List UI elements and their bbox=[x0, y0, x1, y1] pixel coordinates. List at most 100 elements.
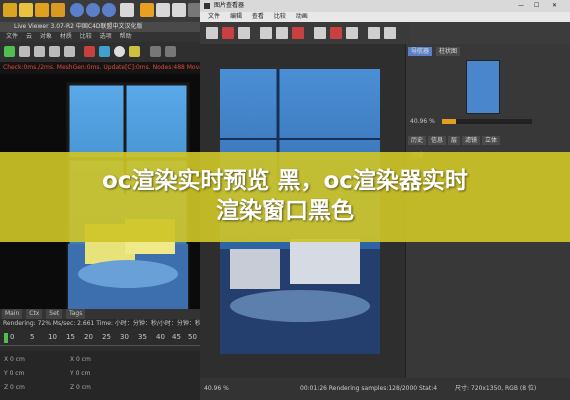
tab-layer[interactable]: 层 bbox=[448, 136, 461, 145]
rotate-icon[interactable] bbox=[51, 3, 65, 17]
pv-menu-file[interactable]: 文件 bbox=[208, 13, 220, 20]
lv-menu-materials[interactable]: 材质 bbox=[60, 33, 72, 40]
status-size: 尺寸: 720x1350, RGB (8 位) bbox=[455, 385, 537, 392]
zoom-slider[interactable] bbox=[442, 119, 532, 124]
tab-set[interactable]: Set bbox=[46, 309, 63, 319]
tick-0: 0 bbox=[10, 333, 15, 341]
tab-main[interactable]: Main bbox=[2, 309, 23, 319]
tick-50: 50 bbox=[188, 333, 197, 341]
fullscreen-icon[interactable] bbox=[314, 27, 326, 39]
sun-icon[interactable] bbox=[129, 46, 140, 57]
coord-x[interactable]: X 0 cm bbox=[4, 355, 25, 365]
picture-viewer-toolbar bbox=[200, 22, 410, 44]
tick-25: 25 bbox=[102, 333, 111, 341]
tick-5: 5 bbox=[30, 333, 35, 341]
y-axis-icon[interactable] bbox=[86, 3, 100, 17]
save-icon[interactable] bbox=[222, 27, 234, 39]
render-view-icon[interactable] bbox=[140, 3, 154, 17]
live-viewer-toolbar bbox=[0, 42, 200, 62]
zoom-slider-handle[interactable] bbox=[442, 119, 456, 124]
tab-filter[interactable]: 滤镜 bbox=[462, 136, 481, 145]
coord-y2[interactable]: Y 0 cm bbox=[70, 369, 90, 379]
z-axis-icon[interactable] bbox=[102, 3, 116, 17]
tab-info[interactable]: 信息 bbox=[428, 136, 447, 145]
render-picture-icon[interactable] bbox=[156, 3, 170, 17]
stop-icon[interactable] bbox=[64, 46, 75, 57]
tab-tags[interactable]: Tags bbox=[66, 309, 86, 319]
tab-histogram[interactable]: 柱状图 bbox=[436, 47, 461, 56]
lv-menu-objects[interactable]: 对象 bbox=[40, 33, 52, 40]
coord-y[interactable]: Y 0 cm bbox=[4, 369, 24, 379]
coordinate-icon[interactable] bbox=[120, 3, 134, 17]
tab-navigator[interactable]: 导航器 bbox=[408, 47, 433, 56]
tab-ctx[interactable]: Ctx bbox=[26, 309, 43, 319]
lv-menu-help[interactable]: 帮助 bbox=[120, 33, 132, 40]
lv-menu-compare[interactable]: 比较 bbox=[80, 33, 92, 40]
tick-10: 10 bbox=[48, 333, 57, 341]
split-icon[interactable] bbox=[368, 27, 380, 39]
navigator-thumbnail[interactable] bbox=[466, 60, 500, 114]
tick-20: 20 bbox=[84, 333, 93, 341]
app-icon bbox=[204, 3, 210, 9]
live-viewer-status: Check:0ms./2ms. MeshGen:0ms. Update[C]:0… bbox=[0, 62, 200, 74]
rendering-progress-line: Rendering: 72% Ms/sec: 2.661 Time: 小时：分钟… bbox=[0, 319, 200, 329]
minimize-icon[interactable]: — bbox=[518, 0, 524, 12]
tick-15: 15 bbox=[66, 333, 75, 341]
tab-history[interactable]: 历史 bbox=[408, 136, 427, 145]
pause-icon[interactable] bbox=[49, 46, 60, 57]
info-icon[interactable] bbox=[384, 27, 396, 39]
refresh-icon[interactable] bbox=[19, 46, 30, 57]
coord-z[interactable]: Z 0 cm bbox=[4, 383, 25, 393]
camera-icon[interactable] bbox=[165, 46, 176, 57]
headline-line-1: oc渲染实时预览 黑，oc渲染器实时 bbox=[102, 168, 468, 194]
coord-z2[interactable]: Z 0 cm bbox=[70, 383, 91, 393]
close-icon[interactable]: ✕ bbox=[552, 0, 557, 12]
lock-icon[interactable] bbox=[84, 46, 95, 57]
save-as-icon[interactable] bbox=[238, 27, 250, 39]
lv-menu-cloud[interactable]: 云 bbox=[26, 33, 32, 40]
coord-x2[interactable]: X 0 cm bbox=[70, 355, 91, 365]
status-render-time: 00:01:26 Rendering samples:128/2000 Stat… bbox=[300, 385, 438, 392]
headline-line-2: 渲染窗口黑色 bbox=[216, 198, 354, 224]
filter-icon[interactable] bbox=[330, 27, 342, 39]
tab-stereo[interactable]: 立体 bbox=[482, 136, 501, 145]
compare-ab-icon[interactable] bbox=[276, 27, 288, 39]
coordinates-panel: X 0 cm Y 0 cm Z 0 cm X 0 cm Y 0 cm Z 0 c… bbox=[0, 351, 200, 400]
pv-menu-compare[interactable]: 比较 bbox=[274, 13, 286, 20]
sphere-icon[interactable] bbox=[114, 46, 125, 57]
maximize-icon[interactable]: ☐ bbox=[534, 0, 539, 12]
region-icon[interactable] bbox=[99, 46, 110, 57]
headline-text: oc渲染实时预览 黑，oc渲染器实时 渲染窗口黑色 bbox=[0, 166, 570, 226]
picture-viewer-titlebar: 图片查看器 — ☐ ✕ bbox=[200, 0, 570, 12]
picture-viewer-statusbar: 40.96 % 00:01:26 Rendering samples:128/2… bbox=[200, 378, 570, 400]
status-zoom: 40.96 % bbox=[204, 385, 229, 392]
x-axis-icon[interactable] bbox=[70, 3, 84, 17]
timeline-track bbox=[0, 345, 200, 346]
lv-menu-options[interactable]: 选项 bbox=[100, 33, 112, 40]
picture-viewer-menu: 文件 编辑 查看 比较 动画 bbox=[200, 12, 570, 22]
tick-35: 35 bbox=[138, 333, 147, 341]
pv-menu-edit[interactable]: 编辑 bbox=[230, 13, 242, 20]
layers-icon[interactable] bbox=[346, 27, 358, 39]
render-settings-icon[interactable] bbox=[172, 3, 186, 17]
move-icon[interactable] bbox=[19, 3, 33, 17]
tick-40: 40 bbox=[156, 333, 165, 341]
live-viewer-tabs: Main Ctx Set Tags bbox=[0, 309, 200, 319]
copy-icon[interactable] bbox=[260, 27, 272, 39]
scale-icon[interactable] bbox=[35, 3, 49, 17]
pv-menu-view[interactable]: 查看 bbox=[252, 13, 264, 20]
settings-gear-icon[interactable] bbox=[4, 46, 15, 57]
play-icon[interactable] bbox=[34, 46, 45, 57]
stop-render-icon[interactable] bbox=[292, 27, 304, 39]
live-viewer-menu: 文件 云 对象 材质 比较 选项 帮助 bbox=[0, 32, 200, 42]
pv-menu-animation[interactable]: 动画 bbox=[296, 13, 308, 20]
timeline-playhead[interactable] bbox=[4, 333, 8, 343]
channel-icon[interactable] bbox=[150, 46, 161, 57]
lv-menu-file[interactable]: 文件 bbox=[6, 33, 18, 40]
undo-icon[interactable] bbox=[3, 3, 17, 17]
picture-viewer-title: 图片查看器 bbox=[214, 2, 245, 9]
tick-45: 45 bbox=[172, 333, 181, 341]
headline-banner: oc渲染实时预览 黑，oc渲染器实时 渲染窗口黑色 bbox=[0, 152, 570, 242]
timeline[interactable]: 0 5 10 15 20 25 30 35 40 45 50 bbox=[0, 329, 200, 351]
open-icon[interactable] bbox=[206, 27, 218, 39]
